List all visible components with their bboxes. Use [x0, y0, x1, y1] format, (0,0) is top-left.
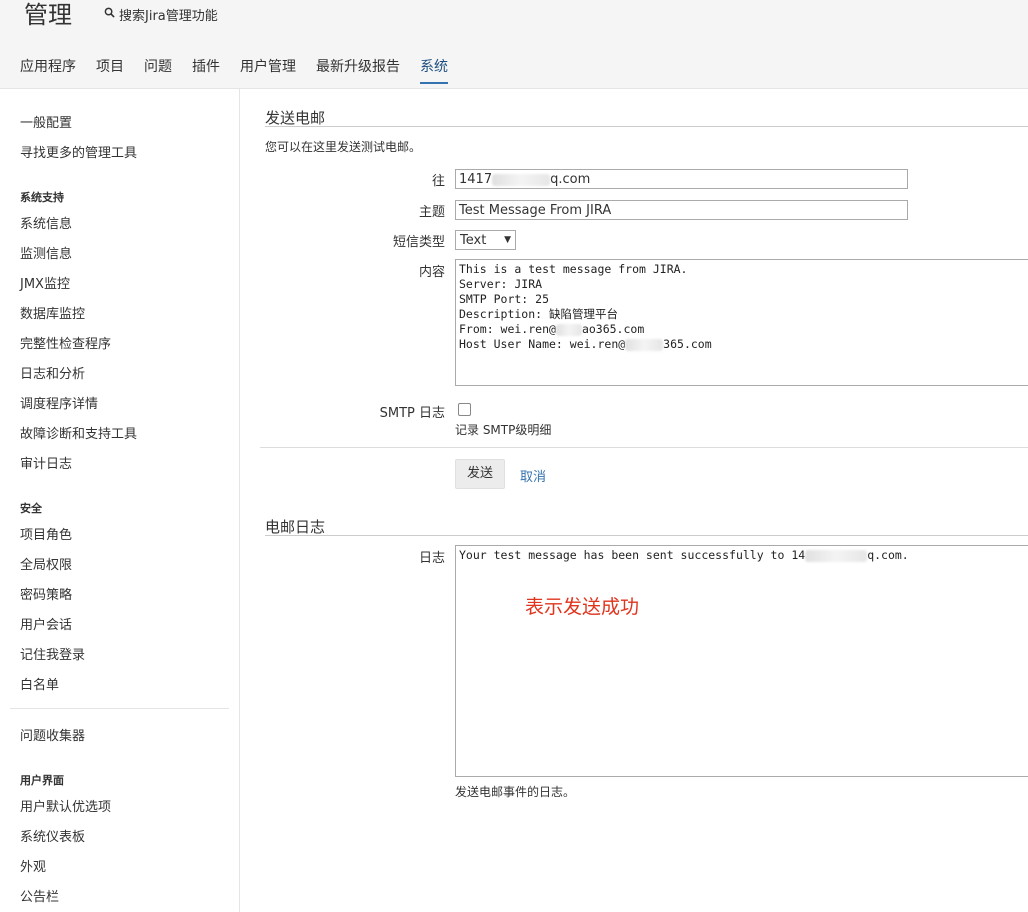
sidebar-item-global-permissions[interactable]: 全局权限	[20, 554, 72, 573]
send-mail-title-underline	[265, 126, 1028, 127]
to-value-suffix: q.com	[550, 172, 591, 187]
sidebar-item-logging[interactable]: 日志和分析	[20, 363, 85, 382]
message-type-value: Text	[460, 232, 487, 248]
sidebar-item-troubleshooting[interactable]: 故障诊断和支持工具	[20, 423, 137, 442]
dropdown-arrow-icon: ▼	[504, 235, 511, 245]
admin-header: 管理 搜索Jira管理功能 应用程序 项目 问题 插件 用户管理 最新升级报告 …	[0, 0, 1028, 89]
sidebar-item-password-policy[interactable]: 密码策略	[20, 584, 72, 603]
subject-label: 主题	[418, 205, 445, 220]
message-type-label: 短信类型	[392, 235, 445, 250]
tab-system[interactable]: 系统	[420, 58, 448, 84]
mail-log-title-underline	[265, 535, 1028, 536]
sidebar-item-user-defaults[interactable]: 用户默认优选项	[20, 796, 111, 815]
smtp-log-checkbox[interactable]	[458, 403, 471, 416]
tab-projects[interactable]: 项目	[96, 58, 124, 84]
send-mail-description: 您可以在这里发送测试电邮。	[265, 140, 422, 154]
sidebar-item-issue-collector[interactable]: 问题收集器	[20, 725, 85, 744]
body-line: From: wei.ren@ ao365.com	[459, 322, 1025, 337]
mail-log-textarea[interactable]: Your test message has been sent successf…	[455, 545, 1028, 777]
body-line: Host User Name: wei.ren@ 365.com	[459, 337, 1025, 352]
sidebar-item-user-sessions[interactable]: 用户会话	[20, 614, 72, 633]
sidebar-item-system-dashboard[interactable]: 系统仪表板	[20, 826, 85, 845]
mail-log-title: 电邮日志	[265, 518, 326, 536]
body-line: Server: JIRA	[459, 277, 543, 291]
body-line: This is a test message from JIRA.	[459, 262, 688, 276]
tab-applications[interactable]: 应用程序	[20, 58, 76, 84]
send-button[interactable]: 发送	[455, 459, 505, 489]
smtp-log-hint: 记录 SMTP级明细	[455, 423, 552, 437]
page-title: 管理	[24, 1, 72, 29]
log-line: Your test message has been sent successf…	[459, 548, 1025, 563]
search-label: 搜索Jira管理功能	[119, 9, 218, 24]
sidebar-heading-system-support: 系统支持	[20, 191, 64, 204]
search-icon	[104, 7, 115, 22]
main-content: 发送电邮 您可以在这里发送测试电邮。 往 1417 q.com 主题 Test M…	[240, 89, 1028, 912]
to-value-prefix: 1417	[459, 172, 493, 187]
sidebar-item-jmx[interactable]: JMX监控	[20, 273, 70, 292]
mail-log-hint: 发送电邮事件的日志。	[455, 785, 576, 799]
to-label: 往	[431, 174, 445, 189]
redacted-blur	[492, 173, 551, 186]
sidebar-item-project-roles[interactable]: 项目角色	[20, 524, 72, 543]
sidebar-item-announcement-banner[interactable]: 公告栏	[20, 886, 59, 905]
smtp-log-label: SMTP 日志	[379, 406, 445, 421]
body-line: SMTP Port: 25	[459, 292, 550, 306]
redacted-blur	[555, 323, 582, 336]
sidebar-item-monitoring[interactable]: 监测信息	[20, 243, 72, 262]
body-from-suffix: ao365.com	[581, 322, 645, 336]
sidebar-item-integrity-checker[interactable]: 完整性检查程序	[20, 333, 111, 352]
sidebar-heading-security: 安全	[20, 502, 42, 515]
sidebar-item-remember-me[interactable]: 记住我登录	[20, 644, 85, 663]
sidebar-item-general-config[interactable]: 一般配置	[20, 112, 72, 131]
tab-plugins[interactable]: 插件	[192, 58, 220, 84]
sidebar: 一般配置 寻找更多的管理工具 系统支持 系统信息 监测信息 JMX监控 数据库监…	[0, 89, 240, 912]
form-divider	[260, 447, 1028, 448]
log-suffix: q.com.	[867, 548, 909, 562]
sidebar-divider	[10, 708, 229, 709]
body-host-prefix: Host User Name: wei.ren@	[459, 337, 626, 351]
redacted-blur	[625, 338, 664, 351]
log-prefix: Your test message has been sent successf…	[459, 548, 806, 562]
body-line: Description: 缺陷管理平台	[459, 307, 619, 321]
sidebar-item-db-monitoring[interactable]: 数据库监控	[20, 303, 85, 322]
sidebar-item-find-more-tools[interactable]: 寻找更多的管理工具	[20, 142, 137, 161]
to-field[interactable]: 1417 q.com	[455, 169, 908, 189]
send-mail-title: 发送电邮	[265, 109, 326, 127]
tab-upgrade-report[interactable]: 最新升级报告	[316, 58, 400, 84]
admin-tabs: 应用程序 项目 问题 插件 用户管理 最新升级报告 系统	[20, 58, 468, 84]
cancel-link[interactable]: 取消	[520, 466, 546, 485]
body-textarea[interactable]: This is a test message from JIRA. Server…	[455, 259, 1028, 386]
subject-field[interactable]: Test Message From JIRA	[455, 200, 908, 220]
body-host-suffix: 365.com	[663, 337, 712, 351]
body-label: 内容	[418, 265, 445, 280]
sidebar-item-audit-log[interactable]: 审计日志	[20, 453, 72, 472]
log-label: 日志	[418, 551, 445, 566]
sidebar-item-whitelist[interactable]: 白名单	[20, 674, 59, 693]
message-type-select[interactable]: Text ▼	[455, 230, 516, 250]
redacted-blur	[805, 549, 868, 562]
sidebar-heading-ui: 用户界面	[20, 774, 64, 787]
sidebar-item-system-info[interactable]: 系统信息	[20, 213, 72, 232]
admin-search[interactable]: 搜索Jira管理功能	[104, 5, 218, 24]
tab-issues[interactable]: 问题	[144, 58, 172, 84]
sidebar-item-look-and-feel[interactable]: 外观	[20, 856, 46, 875]
tab-user-management[interactable]: 用户管理	[240, 58, 296, 84]
body-from-prefix: From: wei.ren@	[459, 322, 556, 336]
success-annotation: 表示发送成功	[525, 596, 640, 618]
sidebar-item-scheduler[interactable]: 调度程序详情	[20, 393, 98, 412]
